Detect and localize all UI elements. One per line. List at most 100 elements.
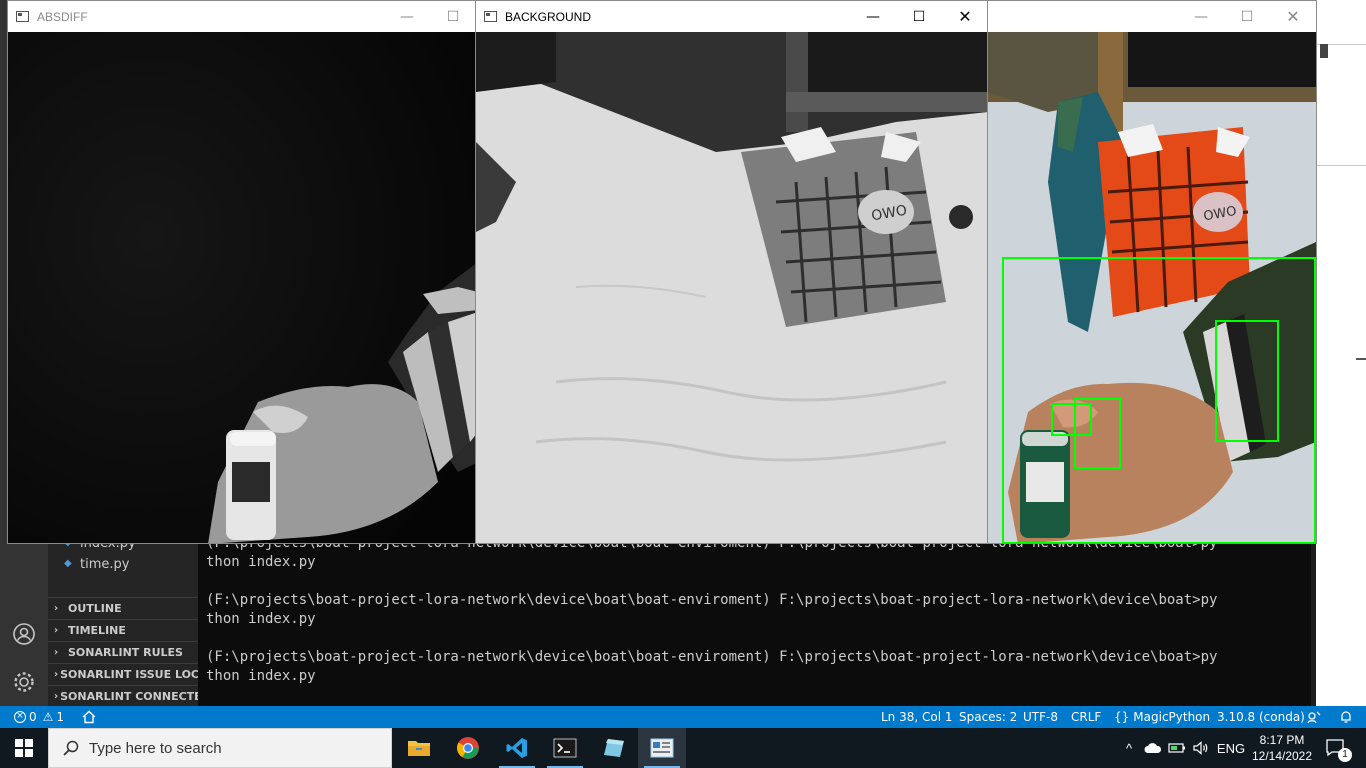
- terminal-line: thon index.py: [206, 668, 316, 684]
- terminal-line: thon index.py: [206, 554, 316, 570]
- background-window[interactable]: BACKGROUND — ☐ ✕ OWO: [475, 0, 989, 544]
- search-icon: [63, 740, 79, 756]
- maximize-button[interactable]: ☐: [896, 1, 942, 32]
- status-bar: × 0 ⚠ 1 Ln 38, Col 1 Spaces: 2 UTF-8 CRL…: [0, 706, 1366, 728]
- detection-box: [1051, 403, 1092, 436]
- minimize-button[interactable]: —: [850, 1, 896, 32]
- window-titlebar[interactable]: — ☐ ✕: [988, 1, 1316, 32]
- section-label: SONARLINT CONNECTED MODE: [60, 690, 200, 703]
- background-image: OWO: [476, 32, 988, 543]
- section-label: TIMELINE: [68, 624, 126, 637]
- divider: [1316, 165, 1366, 166]
- minimize-button[interactable]: —: [1178, 1, 1224, 32]
- window-titlebar[interactable]: ABSDIFF — ☐: [8, 1, 476, 32]
- minimize-button[interactable]: —: [384, 1, 430, 32]
- clock-time: 8:17 PM: [1259, 733, 1305, 747]
- onedrive-cloud-icon[interactable]: [1142, 728, 1164, 768]
- chrome-icon: [457, 737, 479, 759]
- windows-logo-icon: [15, 739, 33, 757]
- taskbar-vscode[interactable]: [493, 728, 541, 768]
- language-mode[interactable]: {} MagicPython: [1114, 706, 1210, 728]
- action-center-button[interactable]: 1: [1316, 728, 1356, 768]
- taskbar-chrome[interactable]: [444, 728, 492, 768]
- folder-icon: [408, 741, 430, 756]
- manage-gear-icon[interactable]: [10, 668, 38, 696]
- maximize-button[interactable]: ☐: [1224, 1, 1270, 32]
- editor-area-edge: [1316, 0, 1366, 706]
- taskbar-pinned-app[interactable]: [590, 728, 638, 768]
- cursor-position[interactable]: Ln 38, Col 1: [881, 706, 953, 728]
- volume-icon[interactable]: [1190, 728, 1212, 768]
- section-label: OUTLINE: [68, 602, 122, 615]
- indentation-setting[interactable]: Spaces: 2: [959, 706, 1017, 728]
- terminal-line: thon index.py: [206, 611, 316, 627]
- terminal-line: (F:\projects\boat-project-lora-network\d…: [206, 592, 1218, 608]
- notifications-bell-icon[interactable]: [1339, 706, 1353, 728]
- app-window-icon: [16, 11, 29, 22]
- chevron-right-icon: ›: [54, 647, 59, 658]
- eol-setting[interactable]: CRLF: [1071, 706, 1101, 728]
- taskbar-search-box[interactable]: Type here to search: [48, 728, 392, 768]
- accounts-icon[interactable]: [10, 620, 38, 648]
- section-label: SONARLINT RULES: [68, 646, 183, 659]
- detection-box: [1215, 320, 1279, 442]
- close-button[interactable]: ✕: [942, 1, 988, 32]
- python-file-icon: ◆: [64, 558, 72, 569]
- terminal-icon: [553, 738, 577, 758]
- maximize-button[interactable]: ☐: [430, 1, 476, 32]
- home-icon[interactable]: [82, 706, 96, 728]
- section-sonarlint-rules[interactable]: › SONARLINT RULES: [48, 641, 200, 663]
- section-sonarlint-connected-mode[interactable]: ›SONARLINT CONNECTED MODE: [48, 685, 200, 706]
- error-count: 0: [29, 710, 37, 724]
- absdiff-image: [8, 32, 476, 543]
- warning-count: 1: [56, 710, 65, 724]
- file-item-time-py[interactable]: ◆ time.py: [48, 553, 200, 575]
- python-interpreter[interactable]: 3.10.8 (conda): [1217, 706, 1305, 728]
- clock[interactable]: 8:17 PM 12/14/2022: [1250, 728, 1314, 768]
- warning-icon: ⚠: [42, 710, 54, 724]
- encoding-setting[interactable]: UTF-8: [1023, 706, 1058, 728]
- windows-taskbar: Type here to search ^ ENG 8:17 PM 12/14/…: [0, 728, 1366, 768]
- terminal-panel[interactable]: (F:\projects\boat-project-lora-network\d…: [198, 530, 1311, 712]
- language-label: MagicPython: [1133, 710, 1211, 724]
- input-language[interactable]: ENG: [1214, 728, 1248, 768]
- problems-indicator[interactable]: × 0 ⚠ 1: [14, 706, 64, 728]
- notes-app-icon: [604, 739, 624, 757]
- close-button[interactable]: ✕: [1270, 1, 1316, 32]
- feedback-icon[interactable]: [1307, 706, 1321, 728]
- frame-window[interactable]: — ☐ ✕ OWO: [987, 0, 1317, 544]
- battery-icon[interactable]: [1166, 728, 1188, 768]
- taskbar-file-explorer[interactable]: [395, 728, 443, 768]
- chevron-right-icon: ›: [54, 691, 59, 702]
- chevron-right-icon: ›: [54, 669, 59, 680]
- chevron-right-icon: ›: [54, 625, 59, 636]
- taskbar-terminal[interactable]: [541, 728, 589, 768]
- absdiff-window[interactable]: ABSDIFF — ☐: [7, 0, 477, 544]
- error-icon: ×: [14, 711, 26, 723]
- section-label: SONARLINT ISSUE LOCATIONS: [60, 668, 200, 681]
- section-timeline[interactable]: › TIMELINE: [48, 619, 200, 641]
- chevron-right-icon: ›: [54, 603, 59, 614]
- window-title: BACKGROUND: [505, 9, 592, 24]
- vscode-icon: [506, 738, 527, 758]
- section-outline[interactable]: › OUTLINE: [48, 597, 200, 619]
- window-title: ABSDIFF: [37, 9, 88, 24]
- app-window-icon: [650, 738, 674, 758]
- clock-date: 12/14/2022: [1251, 749, 1313, 763]
- frame-image: OWO: [988, 32, 1316, 543]
- window-titlebar[interactable]: BACKGROUND — ☐ ✕: [476, 1, 988, 32]
- search-placeholder: Type here to search: [89, 739, 222, 757]
- file-name: time.py: [80, 556, 130, 572]
- minimap-marker: [1356, 358, 1366, 360]
- notification-badge: 1: [1338, 748, 1352, 762]
- terminal-line: (F:\projects\boat-project-lora-network\d…: [206, 649, 1218, 665]
- start-button[interactable]: [0, 728, 48, 768]
- app-window-icon: [484, 11, 497, 22]
- section-sonarlint-issue-locations[interactable]: ›SONARLINT ISSUE LOCATIONS: [48, 663, 200, 685]
- split-editor-icon[interactable]: [1320, 44, 1328, 58]
- braces-icon: {}: [1114, 710, 1130, 724]
- show-hidden-icons-chevron-up-icon[interactable]: ^: [1118, 728, 1140, 768]
- taskbar-python-windows[interactable]: [638, 728, 686, 768]
